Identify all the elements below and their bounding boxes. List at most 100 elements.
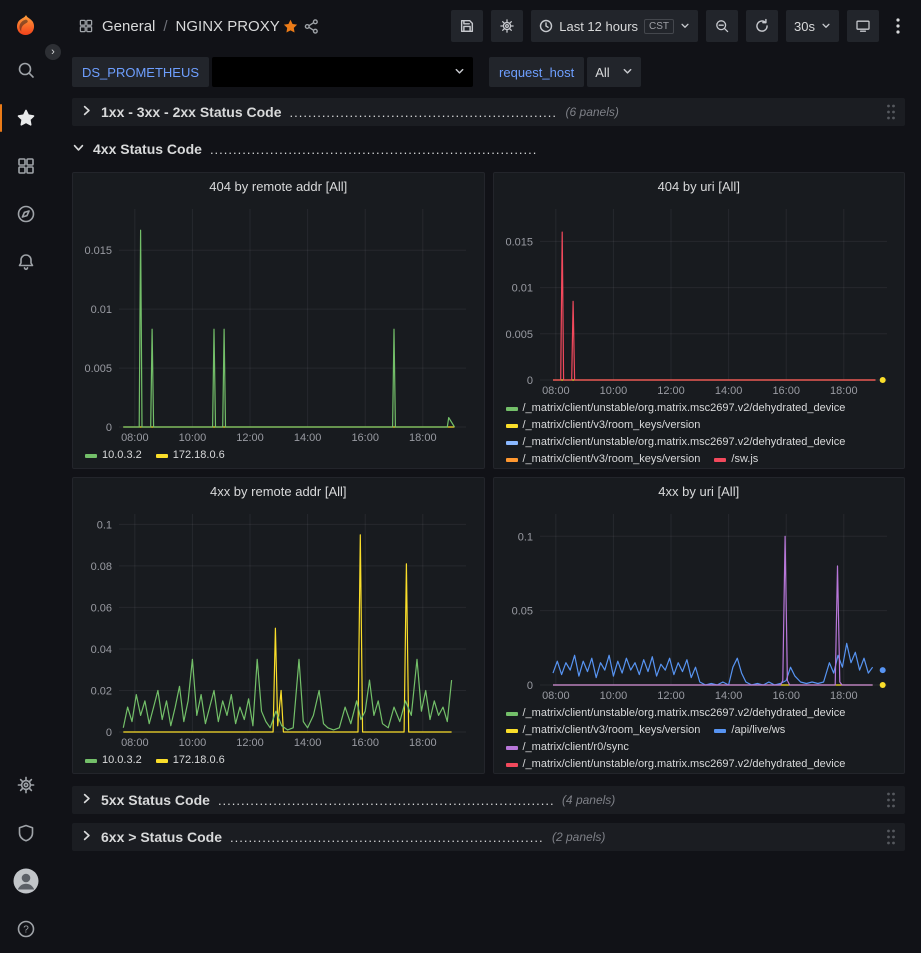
legend-item[interactable]: /_matrix/client/v3/room_keys/version — [506, 722, 701, 739]
legend-color-mark — [506, 424, 518, 428]
explore-compass-icon[interactable] — [6, 194, 46, 234]
svg-text:0: 0 — [106, 422, 112, 434]
legend-item[interactable]: /_matrix/client/unstable/org.matrix.msc2… — [506, 705, 846, 722]
server-admin-shield-icon[interactable] — [6, 813, 46, 853]
legend-color-mark — [506, 746, 518, 750]
svg-text:16:00: 16:00 — [351, 432, 379, 444]
svg-text:16:00: 16:00 — [772, 385, 800, 397]
legend-item[interactable]: /_matrix/client/unstable/org.matrix.msc2… — [506, 756, 846, 773]
profile-avatar[interactable] — [6, 861, 46, 901]
breadcrumb-section[interactable]: General — [102, 18, 155, 35]
datasource-variable-label[interactable]: DS_PROMETHEUS — [72, 57, 209, 87]
row-6xx[interactable]: 6xx > Status Code ......................… — [72, 823, 905, 851]
dashboard-settings-button[interactable] — [491, 10, 523, 42]
starred-dashboards-icon[interactable] — [6, 98, 46, 138]
variables-bar: DS_PROMETHEUS request_host All — [52, 52, 921, 90]
dashboards-icon[interactable] — [6, 146, 46, 186]
row-1xx-3xx-2xx[interactable]: 1xx - 3xx - 2xx Status Code ............… — [72, 98, 905, 126]
row-5xx[interactable]: 5xx Status Code ........................… — [72, 786, 905, 814]
time-series-chart[interactable]: 08:0010:0012:0014:0016:0018:0000.0050.01… — [77, 201, 480, 445]
legend-item[interactable]: 172.18.0.6 — [156, 752, 225, 769]
svg-text:18:00: 18:00 — [830, 690, 858, 702]
panel-404-by-remote-addr: 404 by remote addr [All] 08:0010:0012:00… — [72, 172, 485, 469]
grafana-logo[interactable] — [7, 8, 45, 46]
time-series-chart[interactable]: 08:0010:0012:0014:0016:0018:0000.020.040… — [77, 506, 480, 750]
panel-4xx-by-uri: 4xx by uri [All] 08:0010:0012:0014:0016:… — [493, 477, 906, 774]
panel-404-by-uri: 404 by uri [All] 08:0010:0012:0014:0016:… — [493, 172, 906, 469]
svg-text:08:00: 08:00 — [542, 385, 570, 397]
svg-text:0.05: 0.05 — [511, 606, 532, 618]
row-drag-handle[interactable] — [885, 102, 897, 122]
svg-text:0.01: 0.01 — [91, 304, 112, 316]
row-title-dots: ........................................… — [218, 793, 554, 808]
legend-item[interactable]: 10.0.3.2 — [85, 447, 142, 464]
row-drag-handle[interactable] — [885, 790, 897, 810]
panel-title[interactable]: 404 by remote addr [All] — [73, 173, 484, 201]
chevron-down-icon — [72, 141, 85, 157]
svg-text:0.1: 0.1 — [97, 519, 112, 531]
row-4xx[interactable]: 4xx Status Code ........................… — [72, 135, 905, 163]
save-dashboard-button[interactable] — [451, 10, 483, 42]
legend-item[interactable]: /api/live/ws — [714, 722, 785, 739]
chevron-down-icon — [821, 21, 831, 31]
search-icon[interactable] — [6, 50, 46, 90]
request-host-variable-label[interactable]: request_host — [489, 57, 584, 87]
legend-item[interactable]: /_matrix/client/r0/sync — [506, 739, 629, 756]
legend-item[interactable]: /_matrix/client/v3/room_keys/version — [506, 451, 701, 468]
svg-text:18:00: 18:00 — [409, 432, 437, 444]
favorite-star-icon[interactable] — [280, 16, 301, 37]
panel-title[interactable]: 4xx by remote addr [All] — [73, 478, 484, 506]
datasource-select[interactable] — [212, 57, 473, 87]
refresh-interval-label: 30s — [794, 19, 815, 34]
share-icon[interactable] — [301, 16, 322, 37]
configuration-gear-icon[interactable] — [6, 765, 46, 805]
cycle-view-monitor-button[interactable] — [847, 10, 879, 42]
sidebar-expand-button[interactable]: › — [44, 43, 62, 61]
dashboard-title[interactable]: NGINX PROXY — [176, 18, 280, 35]
row-drag-handle[interactable] — [885, 827, 897, 847]
legend-item[interactable]: /_matrix/client/unstable/org.matrix.msc2… — [506, 400, 846, 417]
svg-text:16:00: 16:00 — [351, 737, 379, 749]
request-host-value: All — [595, 65, 609, 80]
legend-color-mark — [506, 729, 518, 733]
refresh-button[interactable] — [746, 10, 778, 42]
legend-color-mark — [714, 729, 726, 733]
alerting-bell-icon[interactable] — [6, 242, 46, 282]
time-range-picker[interactable]: Last 12 hours CST — [531, 10, 698, 42]
top-nav: General / NGINX PROXY Last 12 hours — [52, 0, 921, 52]
legend-item[interactable]: /_matrix/client/v3/room_keys/version — [506, 417, 701, 434]
chevron-down-icon — [454, 65, 465, 80]
svg-text:0.015: 0.015 — [84, 245, 112, 257]
legend-color-mark — [506, 763, 518, 767]
svg-text:10:00: 10:00 — [599, 385, 627, 397]
svg-text:12:00: 12:00 — [236, 432, 264, 444]
zoom-out-button[interactable] — [706, 10, 738, 42]
legend-color-mark — [506, 458, 518, 462]
clock-icon — [539, 19, 553, 33]
svg-text:0.005: 0.005 — [505, 329, 533, 341]
breadcrumb[interactable]: General / NGINX PROXY — [78, 18, 280, 35]
panel-grid: 404 by remote addr [All] 08:0010:0012:00… — [72, 172, 905, 774]
svg-text:10:00: 10:00 — [179, 737, 207, 749]
chart-legend: /_matrix/client/unstable/org.matrix.msc2… — [494, 703, 905, 773]
kebab-menu-icon[interactable] — [887, 10, 909, 42]
refresh-interval-picker[interactable]: 30s — [786, 10, 839, 42]
request-host-select[interactable]: All — [587, 57, 641, 87]
panel-title[interactable]: 404 by uri [All] — [494, 173, 905, 201]
legend-item[interactable]: /sw.js — [714, 451, 758, 468]
svg-text:14:00: 14:00 — [294, 432, 322, 444]
chart-legend: /_matrix/client/unstable/org.matrix.msc2… — [494, 398, 905, 468]
panel-title[interactable]: 4xx by uri [All] — [494, 478, 905, 506]
svg-text:0.1: 0.1 — [517, 531, 532, 543]
legend-item[interactable]: 10.0.3.2 — [85, 752, 142, 769]
svg-text:0.08: 0.08 — [91, 561, 112, 573]
legend-color-mark — [156, 759, 168, 763]
legend-item[interactable]: 172.18.0.6 — [156, 447, 225, 464]
svg-text:12:00: 12:00 — [657, 690, 685, 702]
help-icon[interactable]: ? — [6, 909, 46, 949]
svg-text:0.06: 0.06 — [91, 602, 112, 614]
legend-item[interactable]: /_matrix/client/unstable/org.matrix.msc2… — [506, 434, 846, 451]
time-series-chart[interactable]: 08:0010:0012:0014:0016:0018:0000.0050.01… — [498, 201, 901, 398]
time-series-chart[interactable]: 08:0010:0012:0014:0016:0018:0000.050.1 — [498, 506, 901, 703]
row-title-dots: ........................................… — [210, 142, 538, 157]
